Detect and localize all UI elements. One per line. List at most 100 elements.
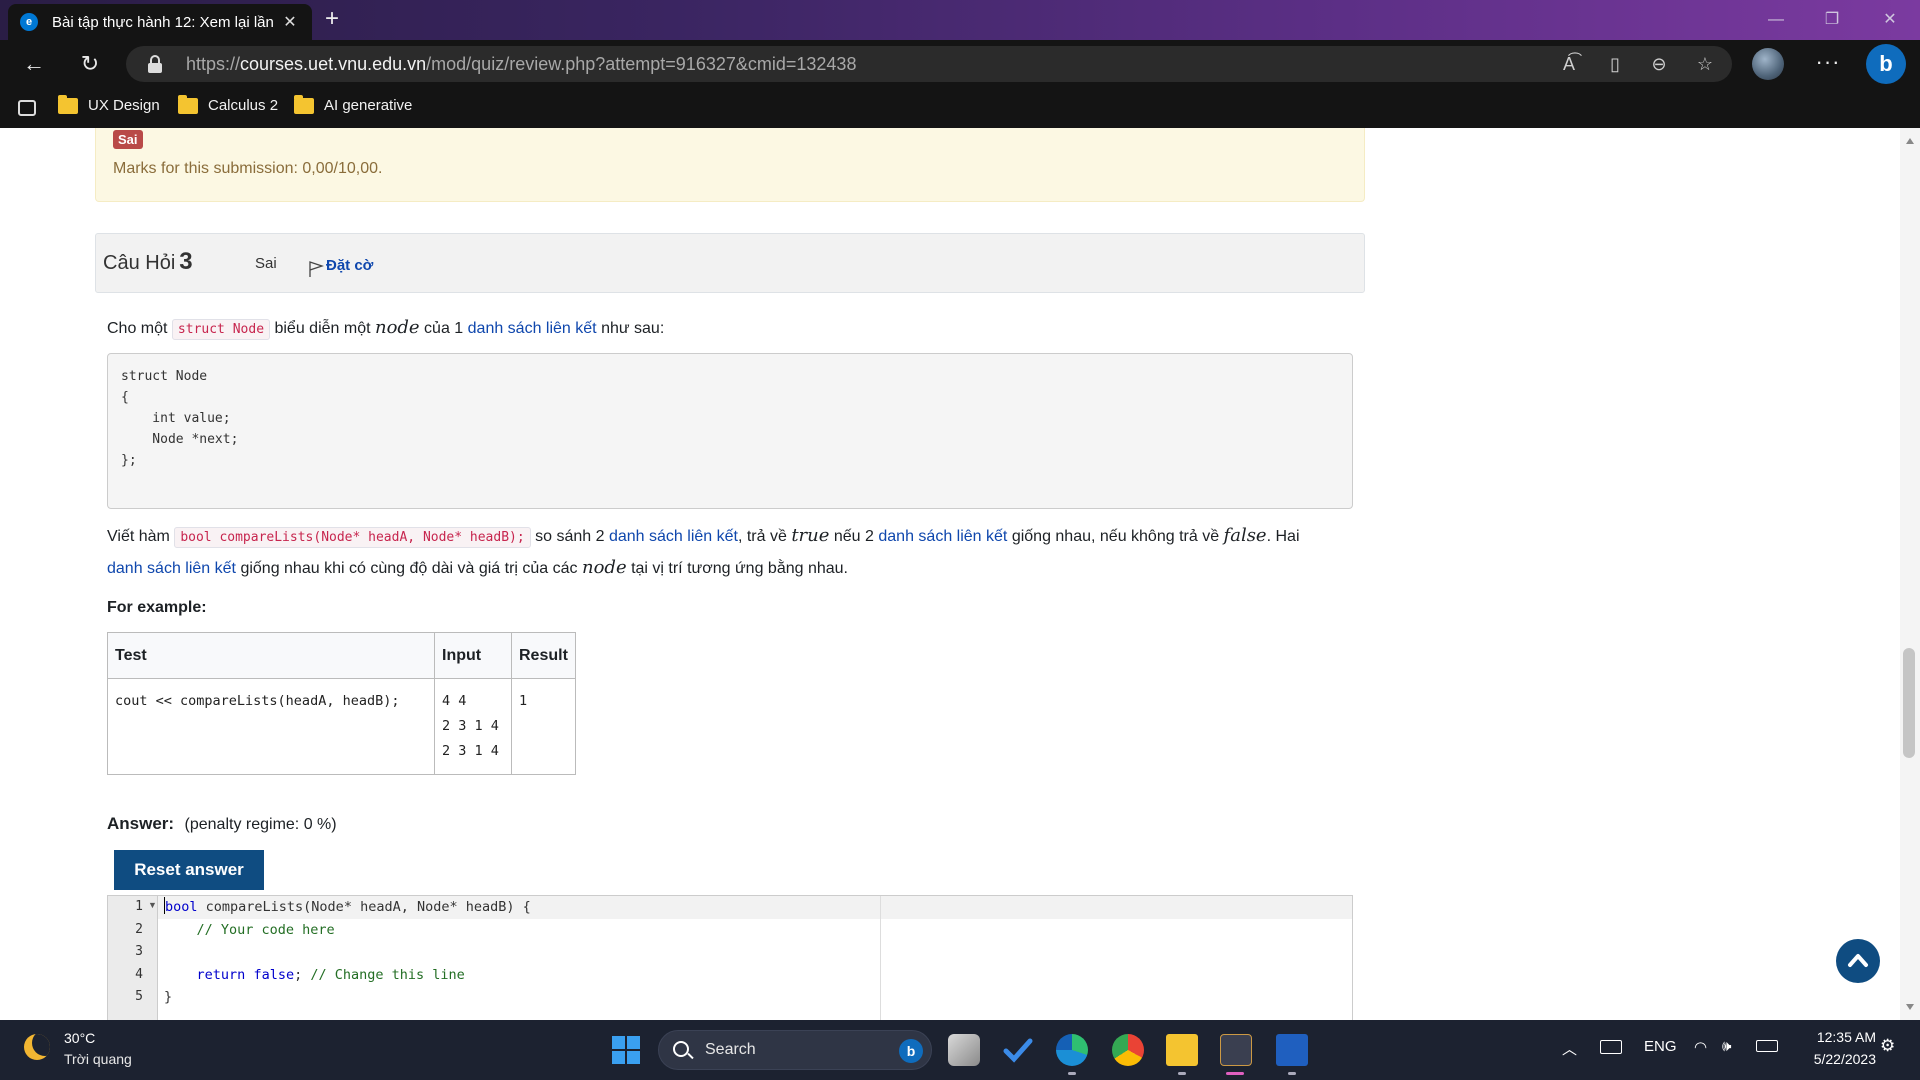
battery-icon[interactable] <box>1756 1040 1778 1052</box>
editor-code[interactable]: bool compareLists(Node* headA, Node* hea… <box>164 896 531 1009</box>
back-arrow-icon[interactable]: ← <box>18 48 50 80</box>
minimize-icon[interactable]: — <box>1748 0 1804 40</box>
example-heading: For example: <box>107 599 207 616</box>
profile-avatar[interactable] <box>1752 48 1784 80</box>
refresh-icon[interactable]: ↻ <box>74 48 106 80</box>
moon-weather-icon[interactable] <box>24 1034 50 1060</box>
answer-label: Answer: (penalty regime: 0 %) <box>107 814 337 833</box>
active-indicator <box>1226 1072 1244 1075</box>
fold-arrow-icon[interactable]: ▼ <box>148 900 157 910</box>
tab-title: Bài tập thực hành 12: Xem lại lần <box>52 13 274 31</box>
taskbar-search[interactable]: Search b <box>658 1030 932 1070</box>
url-text[interactable]: https://courses.uet.vnu.edu.vn/mod/quiz/… <box>186 54 856 75</box>
question-header: Câu Hỏi 3 Sai Đặt cờ <box>95 233 1365 293</box>
editor-gutter: 1 2 3 4 5 ▼ <box>108 896 158 1020</box>
edge-browser-icon[interactable] <box>1056 1034 1088 1066</box>
keyboard-icon[interactable] <box>1600 1040 1622 1054</box>
task-view-icon[interactable] <box>948 1034 980 1066</box>
folder-icon <box>294 94 314 114</box>
bookmark-calculus-2[interactable]: Calculus 2 <box>178 94 278 114</box>
zoom-out-icon[interactable]: ⊖ <box>1644 50 1674 78</box>
clock-time[interactable]: 12:35 AM <box>1800 1029 1876 1045</box>
glossary-link[interactable]: danh sách liên kết <box>878 528 1007 545</box>
weather-temperature[interactable]: 30°C <box>64 1030 95 1046</box>
question-description-line1: Viết hàm bool compareLists(Node* headA, … <box>107 525 1300 548</box>
input-language[interactable]: ENG <box>1644 1038 1677 1055</box>
running-indicator <box>1068 1072 1076 1075</box>
feedback-box: Sai Marks for this submission: 0,00/10,0… <box>95 128 1365 202</box>
browser-toolbar: ← ↻ https://courses.uet.vnu.edu.vn/mod/q… <box>0 40 1920 88</box>
incorrect-badge: Sai <box>113 130 143 149</box>
more-options-icon[interactable]: ··· <box>1810 48 1846 80</box>
bing-copilot-icon[interactable]: b <box>1866 44 1906 84</box>
windows-taskbar: 30°C Trời quang Search b ︿ ENG ◠ 🕪 12:35… <box>0 1020 1920 1080</box>
bookmark-ux-design[interactable]: UX Design <box>58 94 160 114</box>
bookmarks-bar: UX Design Calculus 2 AI generative <box>0 88 1920 128</box>
code-editor[interactable]: 1 2 3 4 5 ▼ bool compareLists(Node* head… <box>107 895 1353 1020</box>
inline-code: struct Node <box>171 319 271 340</box>
chrome-icon[interactable] <box>1112 1034 1144 1066</box>
table-header: Test <box>107 632 435 679</box>
flag-question-button[interactable]: Đặt cờ <box>308 252 373 278</box>
immersive-reader-icon[interactable]: ▯ <box>1600 50 1630 78</box>
running-indicator <box>1178 1072 1186 1075</box>
print-margin <box>880 896 881 1020</box>
reset-answer-button[interactable]: Reset answer <box>114 850 264 890</box>
apps-icon[interactable] <box>18 100 36 116</box>
volume-icon[interactable]: 🕪 <box>1722 1038 1731 1055</box>
back-to-top-button[interactable] <box>1836 939 1880 983</box>
glossary-link[interactable]: danh sách liên kết <box>468 320 597 337</box>
folder-icon <box>178 94 198 114</box>
browser-title-bar: e Bài tập thực hành 12: Xem lại lần ✕ + … <box>0 0 1920 40</box>
tray-chevron-up-icon[interactable]: ︿ <box>1562 1038 1577 1059</box>
glossary-link[interactable]: danh sách liên kết <box>107 560 236 577</box>
chevron-up-icon <box>1848 954 1868 967</box>
clock-date[interactable]: 5/22/2023 <box>1796 1051 1876 1067</box>
table-row: cout << compareLists(headA, headB); 4 4 … <box>107 678 576 775</box>
weather-description[interactable]: Trời quang <box>64 1051 132 1067</box>
question-description-line2: danh sách liên kết giống nhau khi có cùn… <box>107 557 848 578</box>
question-intro: Cho một struct Node biểu diễn một node c… <box>107 317 665 340</box>
table-header: Result <box>511 632 576 679</box>
running-indicator <box>1288 1072 1296 1075</box>
table-cell-test: cout << compareLists(headA, headB); <box>107 678 435 775</box>
lock-icon[interactable] <box>148 55 162 73</box>
search-icon <box>673 1041 689 1057</box>
notification-icon[interactable]: ⚙ <box>1880 1036 1895 1056</box>
marks-text: Marks for this submission: 0,00/10,00. <box>113 160 383 177</box>
flag-icon <box>309 261 324 277</box>
new-tab-button[interactable]: + <box>318 6 346 34</box>
folder-icon <box>58 94 78 114</box>
table-header: Input <box>434 632 512 679</box>
snipping-tool-icon[interactable] <box>1220 1034 1252 1066</box>
example-table: Test Input Result cout << compareLists(h… <box>107 632 576 775</box>
window-close-icon[interactable]: ✕ <box>1862 0 1918 40</box>
table-header-row: Test Input Result <box>107 632 576 679</box>
scrollbar-thumb[interactable] <box>1903 648 1915 758</box>
windows-start-icon[interactable] <box>612 1036 640 1064</box>
table-cell-result: 1 <box>511 678 576 775</box>
glossary-link[interactable]: danh sách liên kết <box>609 528 738 545</box>
read-aloud-icon[interactable]: A͡ <box>1554 50 1584 78</box>
wifi-icon[interactable]: ◠ <box>1694 1038 1707 1056</box>
page-content: Sai Marks for this submission: 0,00/10,0… <box>0 128 1920 1020</box>
address-bar[interactable]: https://courses.uet.vnu.edu.vn/mod/quiz/… <box>126 46 1732 82</box>
dev-cpp-icon[interactable] <box>1276 1034 1308 1066</box>
inline-code: bool compareLists(Node* headA, Node* hea… <box>174 527 531 548</box>
table-cell-input: 4 4 2 3 1 4 2 3 1 4 <box>434 678 512 775</box>
file-explorer-icon[interactable] <box>1166 1034 1198 1066</box>
bookmark-ai-generative[interactable]: AI generative <box>294 94 412 114</box>
question-title: Câu Hỏi 3 <box>103 248 193 275</box>
scroll-up-icon[interactable] <box>1906 138 1914 144</box>
restore-icon[interactable]: ❐ <box>1804 0 1860 40</box>
bing-icon[interactable]: b <box>899 1039 923 1063</box>
edge-favicon-icon: e <box>20 13 38 31</box>
tab-close-icon[interactable]: ✕ <box>280 12 300 32</box>
question-state: Sai <box>255 255 277 272</box>
add-favorite-icon[interactable]: ☆ <box>1690 50 1720 78</box>
browser-tab-active[interactable]: e Bài tập thực hành 12: Xem lại lần ✕ <box>8 4 312 40</box>
todo-check-icon[interactable] <box>1002 1034 1034 1066</box>
struct-code-block: struct Node { int value; Node *next; }; <box>107 353 1353 509</box>
scroll-down-icon[interactable] <box>1906 1004 1914 1010</box>
page-scrollbar[interactable] <box>1900 128 1920 1020</box>
